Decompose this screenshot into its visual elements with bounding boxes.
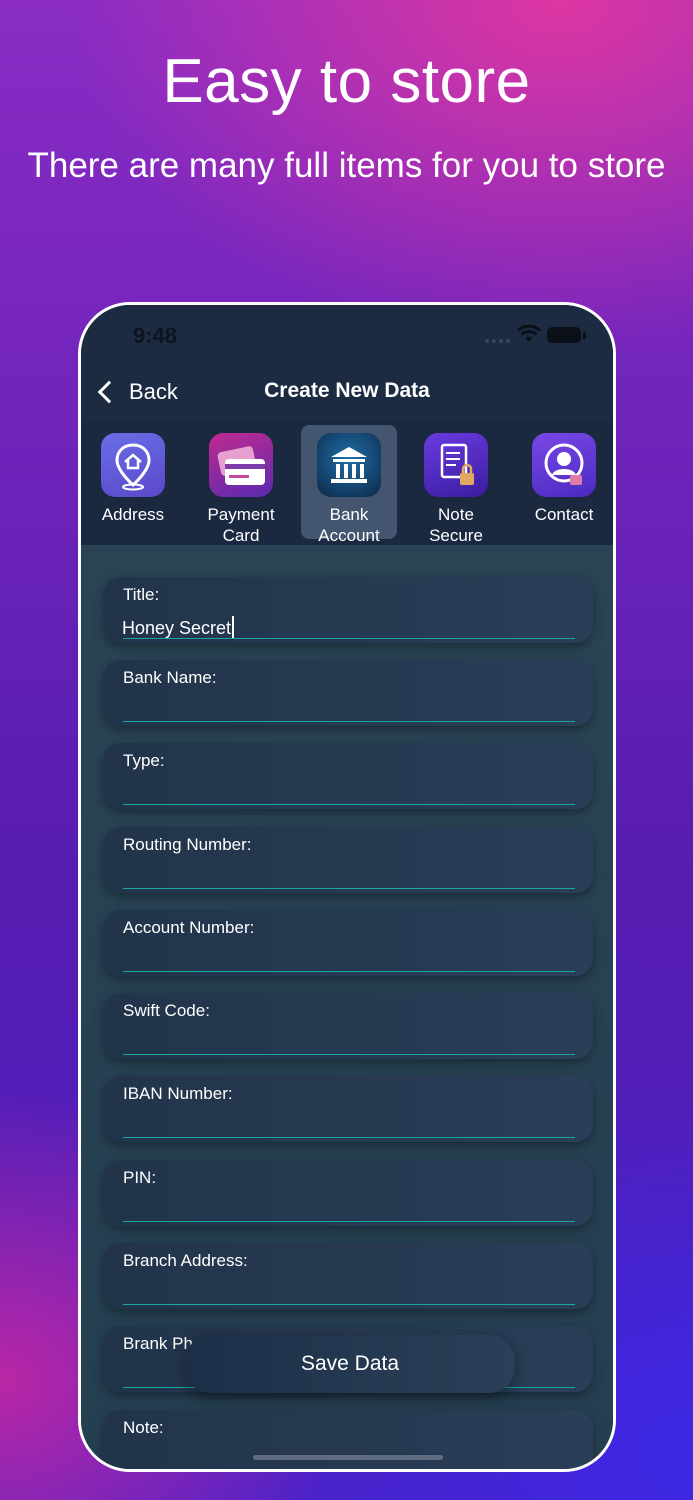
home-location-icon	[101, 433, 165, 497]
title-input[interactable]: Honey Secret	[122, 618, 231, 638]
bank-icon	[317, 433, 381, 497]
home-indicator	[253, 1455, 443, 1460]
signal-icon	[485, 339, 510, 343]
battery-icon	[547, 327, 581, 343]
field-label: PIN:	[123, 1168, 157, 1187]
contact-icon	[532, 433, 596, 497]
category-contact[interactable]: Contact	[516, 425, 612, 539]
category-bar: Address Payment Card Bank Account Note S…	[81, 419, 613, 545]
field-underline	[123, 971, 575, 972]
category-label: Address	[101, 505, 165, 524]
promo-headline: Easy to store	[162, 47, 531, 116]
status-time: 9:48	[133, 323, 178, 348]
field-underline	[123, 888, 575, 889]
account-number-field[interactable]: Account Number:	[103, 910, 593, 976]
title-field[interactable]: Title: Honey Secret	[103, 577, 593, 643]
field-underline	[123, 804, 575, 805]
app-header: 9:48 Back Create New Data Address Paymen…	[81, 305, 613, 545]
category-payment-card[interactable]: Payment Card	[193, 425, 289, 545]
field-label: Brank Ph	[123, 1334, 193, 1353]
category-label: Contact	[534, 505, 594, 524]
field-label: Routing Number:	[123, 835, 252, 854]
field-underline	[123, 1221, 575, 1222]
category-label: Payment	[207, 505, 275, 524]
bank-account-form: Title: Honey Secret Bank Name: Type: Rou…	[81, 545, 613, 1469]
branch-address-field[interactable]: Branch Address:	[103, 1243, 593, 1309]
secure-note-icon	[424, 433, 488, 497]
field-underline	[123, 1304, 575, 1305]
category-note-secure[interactable]: Note Secure	[408, 425, 504, 545]
type-field[interactable]: Type:	[103, 743, 593, 809]
promo-subline: There are many full items for you to sto…	[27, 146, 666, 185]
bank-name-field[interactable]: Bank Name:	[103, 660, 593, 726]
field-underline	[123, 638, 575, 639]
category-address[interactable]: Address	[85, 425, 181, 539]
category-label: Note	[438, 505, 474, 524]
field-label: Account Number:	[123, 918, 255, 937]
field-underline	[123, 1054, 575, 1055]
battery-cap	[583, 332, 586, 339]
field-label: Note:	[123, 1418, 164, 1437]
field-label: Branch Address:	[123, 1251, 248, 1270]
save-data-button[interactable]: Save Data	[185, 1335, 515, 1393]
swift-code-field[interactable]: Swift Code:	[103, 993, 593, 1059]
page-title: Create New Data	[264, 379, 430, 402]
text-caret	[232, 616, 235, 638]
phone-frame: 9:48 Back Create New Data Address Paymen…	[78, 302, 616, 1472]
field-label: Type:	[123, 751, 165, 770]
field-label: Bank Name:	[123, 668, 217, 687]
category-label-2: Account	[318, 526, 380, 545]
iban-number-field[interactable]: IBAN Number:	[103, 1076, 593, 1142]
category-label-2: Secure	[429, 526, 483, 545]
note-field[interactable]: Note:	[103, 1410, 593, 1469]
wifi-icon	[517, 325, 541, 342]
field-label: Swift Code:	[123, 1001, 210, 1020]
category-bank-account[interactable]: Bank Account	[301, 425, 397, 545]
field-underline	[123, 1137, 575, 1138]
routing-number-field[interactable]: Routing Number:	[103, 827, 593, 893]
credit-card-icon	[209, 433, 273, 497]
field-value[interactable]: Honey Secret	[122, 616, 235, 639]
category-label-2: Card	[222, 526, 260, 545]
field-label: Title:	[123, 585, 160, 604]
field-underline	[123, 721, 575, 722]
category-label: Bank	[329, 505, 369, 524]
field-label: IBAN Number:	[123, 1084, 233, 1103]
pin-field[interactable]: PIN:	[103, 1160, 593, 1226]
